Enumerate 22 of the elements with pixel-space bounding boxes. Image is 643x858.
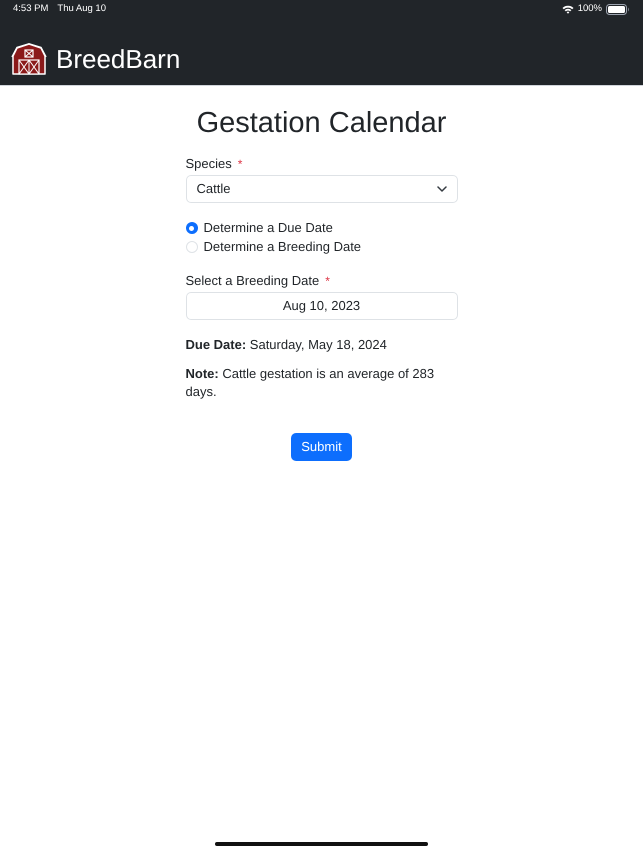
- field-label: Species: [186, 155, 232, 173]
- status-date: Thu Aug 10: [57, 2, 106, 16]
- required-mark: *: [325, 273, 330, 290]
- chevron-down-icon: [436, 186, 446, 192]
- date-input[interactable]: Aug 10, 2023: [186, 292, 458, 320]
- radio-label[interactable]: Determine a Breeding Date: [204, 237, 362, 257]
- radio-button[interactable]: [186, 241, 198, 253]
- page-title: Gestation Calendar: [196, 106, 446, 141]
- barn-icon: [11, 42, 47, 74]
- submit-button[interactable]: Submit: [291, 433, 352, 461]
- radio-button[interactable]: [186, 222, 198, 234]
- species-select[interactable]: Cattle: [186, 175, 458, 203]
- battery-icon: [606, 4, 630, 14]
- wifi-icon: [562, 4, 574, 14]
- note-text: Note: Cattle gestation is an average of 283 days.: [186, 365, 436, 401]
- field-label: Select a Breeding Date: [186, 272, 320, 290]
- brand-name[interactable]: BreedBarn: [56, 46, 180, 72]
- due-date-text: Due Date: Saturday, May 18, 2024: [186, 336, 388, 354]
- radio-label[interactable]: Determine a Due Date: [204, 218, 333, 238]
- required-mark: *: [238, 156, 242, 173]
- status-time: 4:53 PM: [13, 2, 48, 16]
- battery-percent: 100%: [578, 2, 602, 16]
